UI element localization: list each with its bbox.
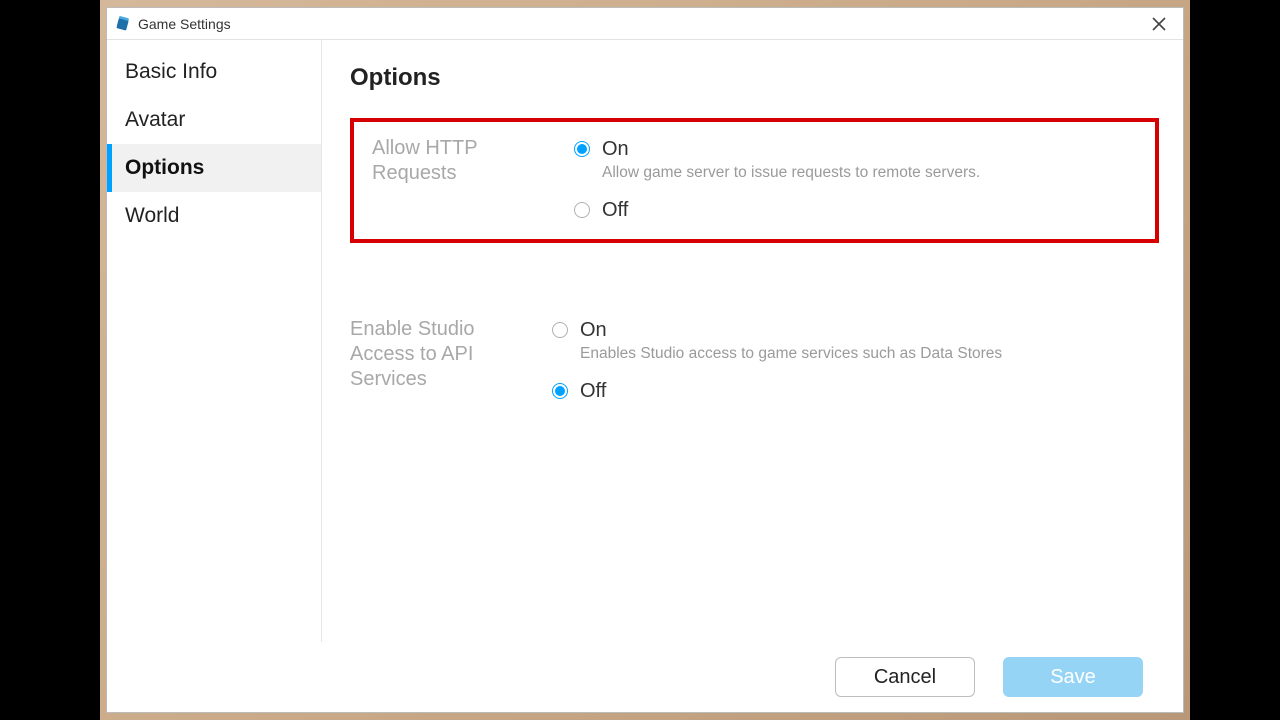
close-button[interactable]: [1145, 10, 1173, 38]
button-label: Cancel: [874, 666, 936, 689]
setting-http-requests: Allow HTTP Requests On Allow game server…: [354, 136, 1155, 227]
dialog-footer: Cancel Save: [107, 642, 1183, 712]
radio-button-icon[interactable]: [552, 322, 568, 338]
radio-description: Enables Studio access to game services s…: [580, 344, 1002, 364]
sidebar-item-label: Avatar: [125, 108, 185, 132]
save-button[interactable]: Save: [1003, 657, 1143, 697]
highlight-box: Allow HTTP Requests On Allow game server…: [350, 118, 1159, 243]
content-area: Options Allow HTTP Requests On Allow gam…: [322, 40, 1183, 712]
sidebar-item-options[interactable]: Options: [107, 144, 321, 192]
radio-option-studio-on[interactable]: On Enables Studio access to game service…: [552, 317, 1002, 374]
radio-group-http: On Allow game server to issue requests t…: [574, 136, 980, 227]
sidebar-item-basic-info[interactable]: Basic Info: [107, 48, 321, 96]
sidebar-item-world[interactable]: World: [107, 192, 321, 240]
sidebar-item-label: World: [125, 204, 179, 228]
radio-option-studio-off[interactable]: Off: [552, 378, 1002, 404]
radio-button-icon[interactable]: [574, 141, 590, 157]
window-title: Game Settings: [138, 16, 231, 32]
title-bar: Game Settings: [107, 8, 1183, 40]
radio-text: Off: [580, 378, 606, 404]
sidebar-item-label: Options: [125, 156, 204, 180]
sidebar: Basic Info Avatar Options World: [107, 40, 322, 712]
app-icon: [115, 16, 131, 32]
setting-label: Enable Studio Access to API Services: [350, 317, 552, 392]
button-label: Save: [1050, 666, 1096, 689]
radio-label: Off: [580, 378, 606, 404]
radio-option-http-off[interactable]: Off: [574, 197, 980, 223]
page-title: Options: [350, 64, 1159, 92]
cancel-button[interactable]: Cancel: [835, 657, 975, 697]
radio-button-icon[interactable]: [574, 202, 590, 218]
sidebar-item-avatar[interactable]: Avatar: [107, 96, 321, 144]
title-left: Game Settings: [115, 16, 231, 32]
radio-label: On: [580, 317, 1002, 343]
setting-studio-access: Enable Studio Access to API Services On …: [350, 299, 1159, 426]
radio-option-http-on[interactable]: On Allow game server to issue requests t…: [574, 136, 980, 193]
dialog-body: Basic Info Avatar Options World Options …: [107, 40, 1183, 712]
radio-button-icon[interactable]: [552, 383, 568, 399]
radio-text: On Allow game server to issue requests t…: [602, 136, 980, 193]
radio-label: Off: [602, 197, 628, 223]
radio-description: Allow game server to issue requests to r…: [602, 163, 980, 183]
sidebar-item-label: Basic Info: [125, 60, 217, 84]
radio-text: Off: [602, 197, 628, 223]
game-settings-dialog: Game Settings Basic Info Avatar Options …: [106, 7, 1184, 713]
radio-label: On: [602, 136, 980, 162]
setting-label: Allow HTTP Requests: [372, 136, 574, 186]
radio-group-studio: On Enables Studio access to game service…: [552, 317, 1002, 408]
radio-text: On Enables Studio access to game service…: [580, 317, 1002, 374]
